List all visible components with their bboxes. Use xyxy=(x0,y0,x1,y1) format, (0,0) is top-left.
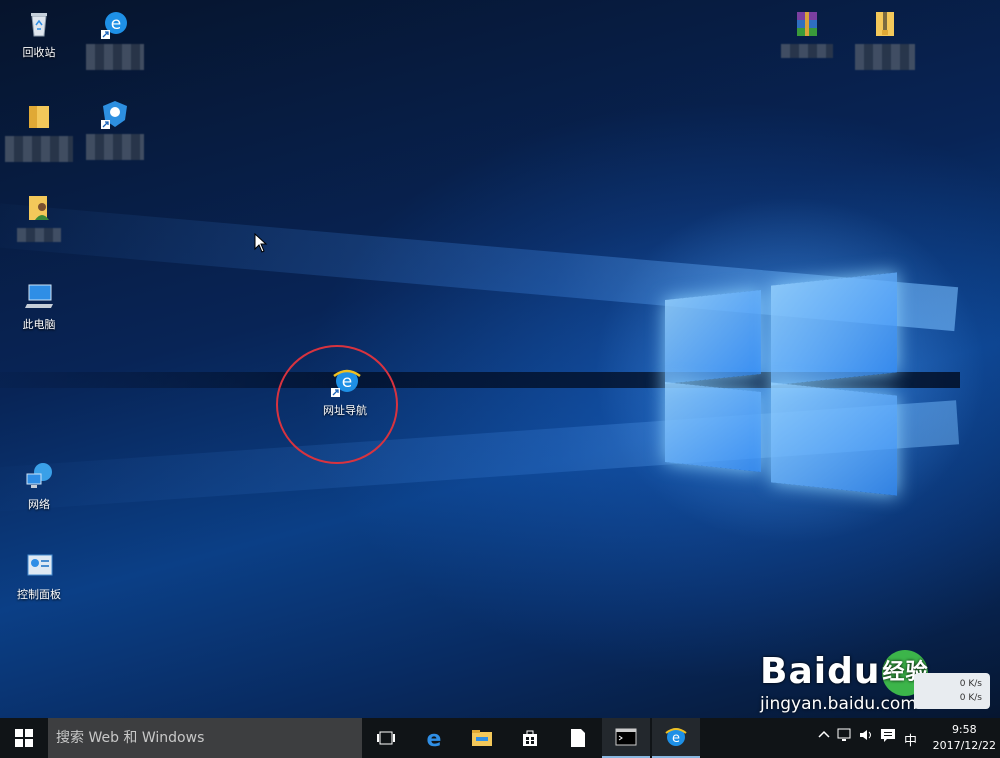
security-shortcut-icon xyxy=(99,98,131,130)
icon-label: 控制面板 xyxy=(17,588,61,601)
zip-folder-icon xyxy=(869,8,901,40)
mouse-cursor xyxy=(254,232,268,257)
store-icon xyxy=(523,730,537,746)
chevron-up-icon[interactable] xyxy=(818,729,830,742)
desktop-icon-security-shortcut[interactable] xyxy=(80,98,150,160)
blurred-label xyxy=(86,134,144,160)
system-tray: 中 9:58 2017/12/22 xyxy=(810,718,1000,758)
taskbar-clock[interactable]: 9:58 2017/12/22 xyxy=(933,722,996,754)
taskbar-ie-button[interactable]: e xyxy=(652,718,700,758)
taskbar-store-button[interactable] xyxy=(506,718,554,758)
clock-date: 2017/12/22 xyxy=(932,739,996,752)
desktop-icon-user-folder[interactable] xyxy=(4,192,74,242)
recycle-bin-icon xyxy=(23,8,55,40)
desktop[interactable]: 回收站 e 此电脑 e 网址导航 网络 控制面板 xyxy=(0,0,1000,718)
file-explorer-icon xyxy=(472,730,492,746)
network-status-icon[interactable] xyxy=(836,728,852,745)
task-view-icon xyxy=(377,731,395,745)
this-pc-icon xyxy=(23,280,55,312)
icon-label: 网络 xyxy=(28,498,50,511)
edge-icon: e xyxy=(427,727,442,749)
desktop-icon-network[interactable]: 网络 xyxy=(4,460,74,512)
user-folder-icon xyxy=(23,192,55,224)
blurred-label xyxy=(781,44,833,58)
winrar-icon xyxy=(791,8,823,40)
desktop-icon-archive-app[interactable] xyxy=(772,8,842,58)
desktop-icon-folder[interactable] xyxy=(4,100,74,162)
action-center-icon[interactable] xyxy=(880,728,896,745)
taskbar-search-box[interactable]: 搜索 Web 和 Windows xyxy=(48,718,362,758)
taskbar-file-explorer-button[interactable] xyxy=(458,718,506,758)
icon-label: 回收站 xyxy=(22,46,56,59)
start-button[interactable] xyxy=(0,718,48,758)
blurred-label xyxy=(5,136,73,162)
download-speed: 0 K/s xyxy=(959,693,982,703)
svg-text:e: e xyxy=(672,731,680,746)
desktop-icon-this-pc[interactable]: 此电脑 xyxy=(4,280,74,332)
ie-shortcut-icon: e xyxy=(99,8,131,40)
svg-text:e: e xyxy=(111,14,121,34)
windows-start-icon xyxy=(15,729,33,747)
taskbar: 搜索 Web 和 Windows e e 中 9:58 2017/12/22 xyxy=(0,718,1000,758)
watermark-brand: Baidu xyxy=(760,651,881,692)
watermark-url: jingyan.baidu.com xyxy=(760,694,917,714)
highlight-circle xyxy=(276,345,398,464)
clock-time: 9:58 xyxy=(951,723,977,736)
svg-text:e: e xyxy=(427,727,442,749)
ime-indicator[interactable]: 中 xyxy=(904,730,917,749)
taskbar-edge-button[interactable]: e xyxy=(410,718,458,758)
blurred-label xyxy=(855,44,915,70)
upload-speed: 0 K/s xyxy=(959,679,982,689)
blurred-label xyxy=(86,44,144,70)
network-icon xyxy=(23,460,55,492)
blurred-label xyxy=(17,228,61,242)
ie-icon: e xyxy=(665,728,687,746)
taskbar-console-button[interactable] xyxy=(602,718,650,758)
desktop-icon-control-panel[interactable]: 控制面板 xyxy=(4,550,74,602)
control-panel-icon xyxy=(23,550,55,582)
net-speed-widget[interactable]: 0 K/s 0 K/s xyxy=(914,673,990,709)
windows-logo-wallpaper xyxy=(665,265,897,497)
document-icon xyxy=(571,729,585,747)
console-icon xyxy=(615,728,637,746)
baidu-jingyan-watermark: Baidu经验 jingyan.baidu.com xyxy=(760,650,929,714)
volume-icon[interactable] xyxy=(858,728,874,745)
icon-label: 此电脑 xyxy=(22,318,56,331)
desktop-icon-ie-shortcut[interactable]: e xyxy=(80,8,150,70)
taskbar-document-button[interactable] xyxy=(554,718,602,758)
desktop-icon-zip-folder[interactable] xyxy=(850,8,920,70)
folder-icon xyxy=(23,100,55,132)
desktop-icon-recycle-bin[interactable]: 回收站 xyxy=(4,8,74,60)
task-view-button[interactable] xyxy=(362,718,410,758)
